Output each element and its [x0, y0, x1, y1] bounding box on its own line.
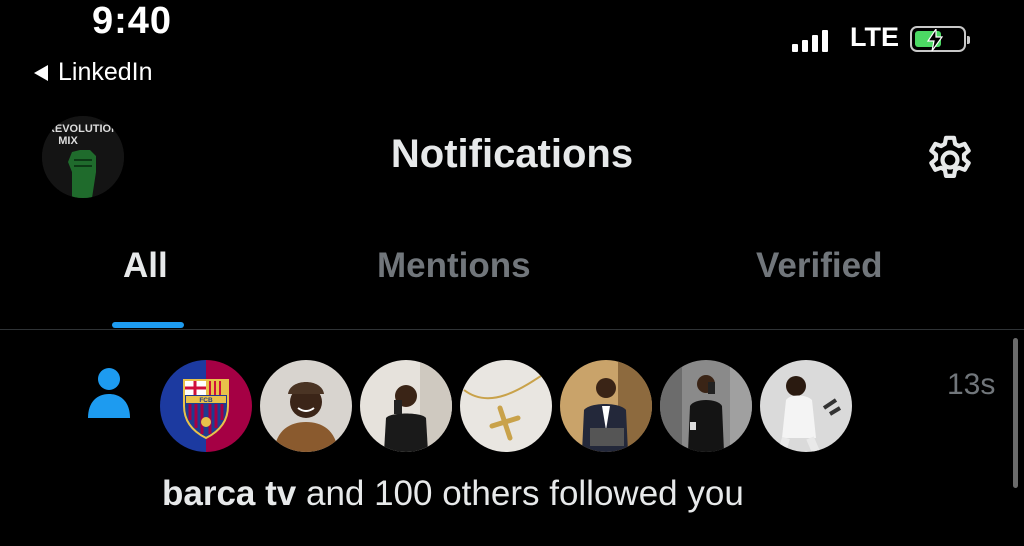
back-app-label: LinkedIn: [58, 58, 153, 86]
tab-verified[interactable]: Verified: [756, 246, 882, 286]
charging-bolt-icon: [926, 29, 944, 51]
back-to-app-link[interactable]: LinkedIn: [34, 58, 153, 87]
battery-icon: [910, 26, 970, 52]
follower-avatar-barca[interactable]: FCB: [160, 360, 252, 452]
scrollbar[interactable]: [1013, 338, 1018, 488]
tab-mentions[interactable]: Mentions: [377, 246, 531, 286]
follower-avatar-6[interactable]: [660, 360, 752, 452]
settings-button[interactable]: [922, 132, 978, 188]
notification-tabs: All Mentions Verified: [0, 246, 1024, 330]
fc-barcelona-crest: FCB: [160, 360, 252, 452]
follower-avatar-2[interactable]: [260, 360, 352, 452]
follower-avatar-7[interactable]: [760, 360, 852, 452]
person-icon: [86, 364, 132, 420]
notification-actor[interactable]: barca tv: [162, 474, 296, 513]
page-title: Notifications: [390, 132, 634, 176]
status-time: 9:40: [92, 0, 173, 42]
notification-message: and 100 others followed you: [296, 474, 744, 513]
notification-time: 13s: [947, 368, 996, 401]
follower-avatars: FCB: [160, 360, 852, 452]
svg-text:FCB: FCB: [199, 397, 213, 404]
tabs-divider: [0, 329, 1024, 330]
network-type: LTE: [850, 22, 899, 52]
follower-avatar-4[interactable]: [460, 360, 552, 452]
gear-icon: [929, 135, 971, 178]
follower-avatar-5[interactable]: [560, 360, 652, 452]
back-arrow-icon: [34, 64, 48, 81]
tab-all[interactable]: All: [123, 246, 168, 286]
signal-strength-icon: [792, 28, 828, 52]
follower-avatar-3[interactable]: [360, 360, 452, 452]
active-tab-indicator: [112, 322, 184, 328]
notification-text[interactable]: barca tv and 100 others followed you: [162, 474, 744, 514]
